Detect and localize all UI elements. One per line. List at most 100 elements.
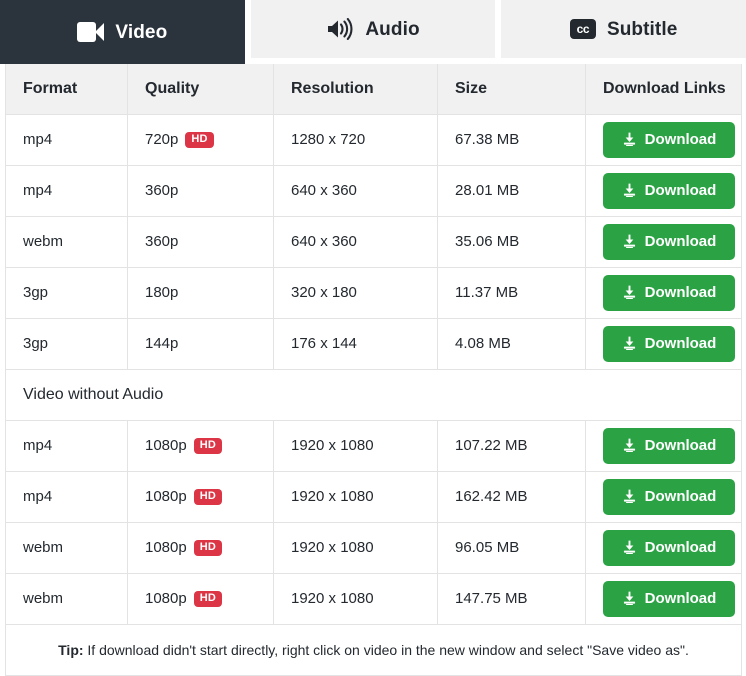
cell-format: mp4: [6, 420, 128, 471]
quality-label: 1080p: [145, 539, 187, 556]
cell-resolution: 1920 x 1080: [274, 573, 438, 624]
cell-size: 162.42 MB: [438, 471, 586, 522]
download-arrow-icon: [622, 438, 637, 453]
cell-size: 67.38 MB: [438, 114, 586, 165]
download-arrow-icon: [622, 183, 637, 198]
cell-format: 3gp: [6, 318, 128, 369]
download-button[interactable]: Download: [603, 275, 735, 311]
download-arrow-icon: [622, 540, 637, 555]
download-button[interactable]: Download: [603, 428, 735, 464]
cell-size: 147.75 MB: [438, 573, 586, 624]
cell-download-links: Download: [586, 573, 742, 624]
download-button-label: Download: [645, 335, 717, 352]
tab-video[interactable]: Video: [0, 0, 245, 64]
download-button-label: Download: [645, 539, 717, 556]
cell-download-links: Download: [586, 522, 742, 573]
table-row: mp4 360p 640 x 360 28.01 MB Download: [6, 165, 742, 216]
cell-download-links: Download: [586, 165, 742, 216]
table-row: 3gp 180p 320 x 180 11.37 MB Download: [6, 267, 742, 318]
media-type-tabs: Video Audio cc Subtitle: [0, 0, 746, 64]
download-arrow-icon: [622, 591, 637, 606]
table-row: webm 1080pHD 1920 x 1080 147.75 MB Downl…: [6, 573, 742, 624]
quality-label: 1080p: [145, 590, 187, 607]
cell-format: mp4: [6, 471, 128, 522]
column-header-quality: Quality: [128, 64, 274, 114]
cell-download-links: Download: [586, 471, 742, 522]
quality-label: 180p: [145, 284, 178, 301]
cell-format: mp4: [6, 114, 128, 165]
table-row: 3gp 144p 176 x 144 4.08 MB Download: [6, 318, 742, 369]
cell-download-links: Download: [586, 267, 742, 318]
column-header-size: Size: [438, 64, 586, 114]
cell-size: 96.05 MB: [438, 522, 586, 573]
cell-download-links: Download: [586, 420, 742, 471]
cell-size: 11.37 MB: [438, 267, 586, 318]
download-arrow-icon: [622, 132, 637, 147]
hd-badge: HD: [185, 132, 213, 148]
formats-table: Format Quality Resolution Size Download …: [5, 64, 742, 676]
tab-audio-label: Audio: [365, 20, 419, 39]
cell-quality: 1080p HD: [128, 573, 274, 624]
download-button-label: Download: [645, 182, 717, 199]
download-button[interactable]: Download: [603, 581, 735, 617]
video-camera-icon: [77, 22, 104, 42]
hd-badge: HD: [194, 438, 222, 454]
formats-table-wrap: Format Quality Resolution Size Download …: [0, 64, 746, 676]
cell-quality: 144p: [128, 318, 274, 369]
download-arrow-icon: [622, 489, 637, 504]
hd-badge: HD: [194, 591, 222, 607]
table-row: mp4 720pHD 1280 x 720 67.38 MB Download: [6, 114, 742, 165]
download-button[interactable]: Download: [603, 122, 735, 158]
download-arrow-icon: [622, 234, 637, 249]
tab-subtitle[interactable]: cc Subtitle: [501, 0, 746, 58]
download-button[interactable]: Download: [603, 173, 735, 209]
quality-label: 1080p: [145, 437, 187, 454]
cell-resolution: 1920 x 1080: [274, 420, 438, 471]
cell-quality: 1080p HD: [128, 522, 274, 573]
hd-badge: HD: [194, 540, 222, 556]
section-header-label: Video without Audio: [6, 369, 742, 420]
cell-resolution: 1920 x 1080: [274, 471, 438, 522]
hd-badge: HD: [194, 489, 222, 505]
cell-format: 3gp: [6, 267, 128, 318]
cell-quality: 720pHD: [128, 114, 274, 165]
tab-subtitle-label: Subtitle: [607, 20, 677, 39]
cell-download-links: Download: [586, 318, 742, 369]
download-button[interactable]: Download: [603, 479, 735, 515]
download-button[interactable]: Download: [603, 530, 735, 566]
cc-icon: cc: [570, 19, 596, 39]
cell-size: 107.22 MB: [438, 420, 586, 471]
cell-quality: 1080p HD: [128, 420, 274, 471]
speaker-icon: [326, 18, 354, 40]
tab-audio[interactable]: Audio: [251, 0, 496, 58]
quality-label: 360p: [145, 233, 178, 250]
table-header: Format Quality Resolution Size Download …: [6, 64, 742, 114]
quality-label: 360p: [145, 182, 178, 199]
tip-row: Tip: If download didn't start directly, …: [6, 624, 742, 675]
quality-label: 144p: [145, 335, 178, 352]
table-row: mp4 1080p HD 1920 x 1080 162.42 MB Downlo…: [6, 471, 742, 522]
table-header-row: Format Quality Resolution Size Download …: [6, 64, 742, 114]
download-button[interactable]: Download: [603, 326, 735, 362]
cell-quality: 360p: [128, 216, 274, 267]
download-button-label: Download: [645, 284, 717, 301]
table-row: webm 1080pHD 1920 x 1080 96.05 MB Downlo…: [6, 522, 742, 573]
download-button-label: Download: [645, 131, 717, 148]
download-arrow-icon: [622, 336, 637, 351]
quality-label: 1080p: [145, 488, 187, 505]
cell-quality: 360p: [128, 165, 274, 216]
tab-video-label: Video: [115, 23, 167, 42]
download-button-label: Download: [645, 233, 717, 250]
tip-label: Tip:: [58, 642, 83, 658]
section-header-row: Video without Audio: [6, 369, 742, 420]
download-options-panel: Video Audio cc Subtitle: [0, 0, 746, 667]
table-row: mp4 1080p HD 1920 x 1080 107.22 MB Downlo…: [6, 420, 742, 471]
cell-size: 4.08 MB: [438, 318, 586, 369]
cell-resolution: 320 x 180: [274, 267, 438, 318]
cell-quality: 1080p HD: [128, 471, 274, 522]
download-button[interactable]: Download: [603, 224, 735, 260]
column-header-resolution: Resolution: [274, 64, 438, 114]
cell-format: webm: [6, 522, 128, 573]
table-body: mp4 720pHD 1280 x 720 67.38 MB Download …: [6, 114, 742, 675]
cell-resolution: 640 x 360: [274, 216, 438, 267]
